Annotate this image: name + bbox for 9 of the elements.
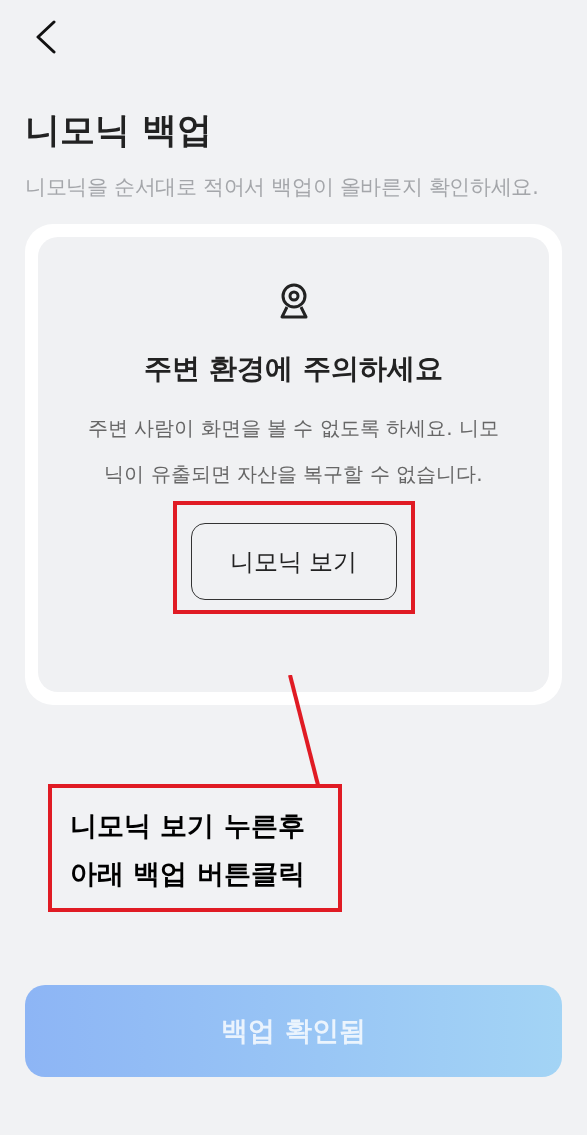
annotation-text: 니모닉 보기 누른후 xyxy=(70,809,306,843)
annotation-text: 아래 백업 버튼클릭 xyxy=(70,857,306,891)
webcam-icon xyxy=(278,283,309,319)
warning-text: 주변 사람이 화면을 볼 수 없도록 하세요. 니모닉이 유출되면 자산을 복구할 수 없습니다. xyxy=(87,415,500,488)
page-subtitle: 니모닉을 순서대로 적어서 백업이 올바른지 확인하세요. xyxy=(25,174,540,201)
page-title: 니모닉 백업 xyxy=(25,109,214,152)
warning-heading: 주변 환경에 주의하세요 xyxy=(143,351,444,387)
view-mnemonic-button[interactable]: 니모닉 보기 xyxy=(190,523,397,600)
back-icon[interactable] xyxy=(35,20,57,54)
